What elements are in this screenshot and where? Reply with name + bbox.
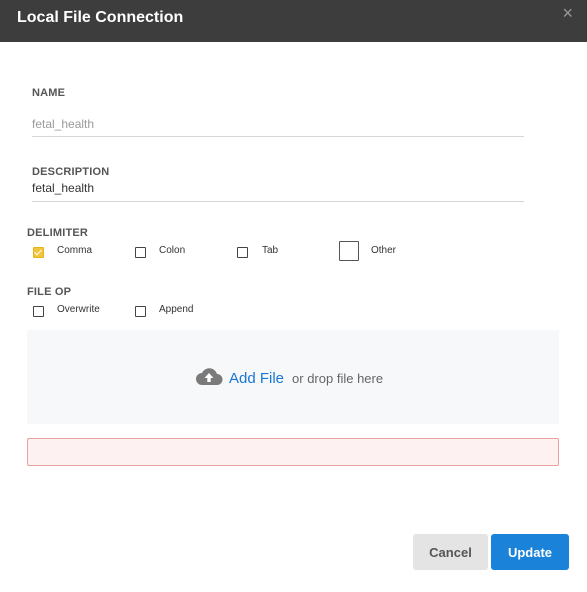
update-button[interactable]: Update (491, 534, 569, 570)
overwrite-checkbox[interactable] (33, 306, 44, 317)
name-label: NAME (32, 87, 66, 99)
cancel-button[interactable]: Cancel (413, 534, 488, 570)
overwrite-label: Overwrite (57, 304, 100, 315)
description-value: fetal_health (32, 181, 95, 195)
delimiter-label: DELIMITER (27, 227, 89, 239)
tab-checkbox[interactable] (237, 247, 248, 258)
file-dropzone[interactable]: Add File or drop file here (27, 330, 559, 424)
name-field[interactable]: fetal_health (32, 117, 524, 137)
name-value: fetal_health (32, 117, 95, 131)
close-icon[interactable]: × (562, 4, 573, 22)
error-message-box (27, 438, 559, 466)
file-op-label: FILE OP (27, 286, 72, 298)
other-label: Other (371, 245, 397, 256)
dialog-header: Local File Connection × (0, 0, 587, 42)
append-checkbox[interactable] (135, 306, 146, 317)
append-label: Append (159, 304, 194, 315)
cloud-upload-icon[interactable] (195, 366, 223, 391)
description-field[interactable]: fetal_health (32, 181, 524, 202)
description-label: DESCRIPTION (32, 166, 110, 178)
tab-label: Tab (262, 245, 279, 256)
other-checkbox[interactable] (339, 241, 359, 261)
add-file-link[interactable]: Add File (229, 370, 284, 387)
comma-label: Comma (57, 245, 93, 256)
colon-checkbox[interactable] (135, 247, 146, 258)
comma-checkbox[interactable] (33, 247, 44, 258)
dropzone-content: Add File or drop file here (195, 366, 383, 391)
dialog-title: Local File Connection (17, 9, 184, 26)
drop-hint: or drop file here (292, 371, 384, 386)
colon-label: Colon (159, 245, 186, 256)
